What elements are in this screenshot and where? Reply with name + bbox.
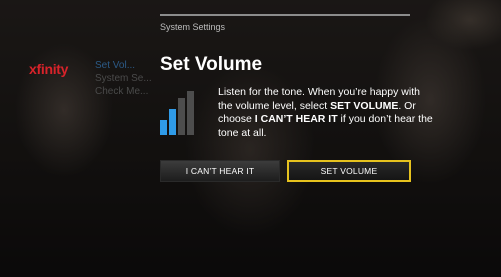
volume-level-bar-3 xyxy=(178,98,185,135)
volume-level-icon xyxy=(160,91,210,135)
side-menu-item-check-messages[interactable]: Check Me... xyxy=(95,85,155,98)
set-volume-button[interactable]: SET VOLUME xyxy=(287,160,411,182)
volume-level-bar-4 xyxy=(187,91,194,135)
message-set-volume-emphasis: SET VOLUME xyxy=(330,99,399,112)
volume-level-bar-1 xyxy=(160,120,167,135)
side-menu-item-system-settings[interactable]: System Se... xyxy=(95,72,155,85)
xfinity-logo: xfinity xyxy=(29,61,69,77)
side-menu: Set Vol... System Se... Check Me... xyxy=(95,59,155,98)
breadcrumb: System Settings xyxy=(160,22,226,32)
volume-level-bar-2 xyxy=(169,109,176,135)
dialog-message: Listen for the tone. When you’re happy w… xyxy=(218,86,436,140)
header-rule xyxy=(160,14,410,16)
message-cant-hear-emphasis: I CAN’T HEAR IT xyxy=(254,113,338,125)
side-menu-item-set-volume[interactable]: Set Vol... xyxy=(95,59,155,72)
cant-hear-it-button[interactable]: I CAN’T HEAR IT xyxy=(160,160,280,182)
dialog-title: Set Volume xyxy=(160,54,263,75)
